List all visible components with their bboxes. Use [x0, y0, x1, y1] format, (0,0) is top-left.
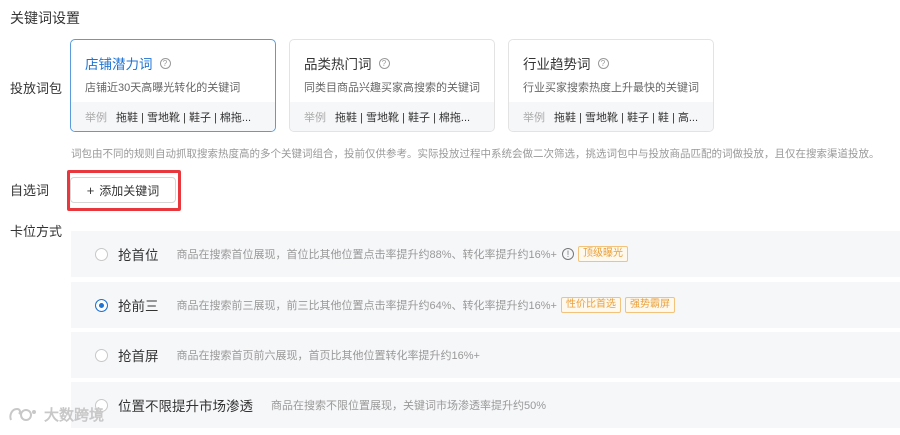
bid-option-desc: 商品在搜索前三展现，前三比其他位置点击率提升约64%、转化率提升约16%+ — [176, 300, 557, 312]
example-keywords: 拖鞋 | 雪地靴 | 鞋子 | 棉拖... — [116, 111, 252, 124]
bid-option-unlimited[interactable]: 位置不限提升市场渗透 商品在搜索不限位置展现，关键词市场渗透率提升约50% — [71, 382, 900, 428]
help-icon[interactable]: ? — [597, 57, 609, 69]
radio-button-checked[interactable] — [95, 298, 108, 312]
package-label: 投放词包 — [10, 81, 63, 96]
package-title: 品类热门词 — [304, 57, 372, 72]
help-icon[interactable]: ? — [159, 57, 171, 69]
bid-option-name: 抢前三 — [118, 299, 159, 314]
watermark: 大数跨境 — [8, 404, 104, 425]
bid-option-top1[interactable]: 抢首位 商品在搜索首位展现，首位比其他位置点击率提升约88%、转化率提升约16%… — [71, 231, 900, 277]
bid-option-top3[interactable]: 抢前三 商品在搜索前三展现，前三比其他位置点击率提升约64%、转化率提升约16%… — [71, 282, 900, 328]
radio-button[interactable] — [95, 247, 108, 261]
section-title: 关键词设置 — [10, 10, 80, 26]
watermark-logo-icon — [9, 407, 36, 421]
bid-tag: 强势霸屏 — [624, 297, 675, 313]
package-desc: 同类目商品兴趣买家高搜索的关键词 — [304, 82, 480, 94]
watermark-text: 大数跨境 — [44, 407, 105, 424]
bid-tag: 性价比首选 — [560, 297, 621, 313]
info-icon[interactable]: ! — [561, 248, 574, 260]
package-title: 行业趋势词 — [523, 57, 591, 72]
bid-option-name: 抢首位 — [118, 248, 159, 263]
example-keywords: 拖鞋 | 雪地靴 | 鞋子 | 鞋 | 高... — [554, 111, 699, 124]
custom-words-label: 自选词 — [10, 183, 50, 198]
bid-option-desc: 商品在搜索首页前六展现，首页比其他位置转化率提升约16%+ — [176, 350, 480, 362]
package-card-store-potential[interactable]: 店铺潜力词 ? 店铺近30天高曝光转化的关键词 举例 拖鞋 | 雪地靴 | 鞋子… — [70, 39, 276, 132]
package-note: 词包由不同的规则自动抓取搜索热度高的多个关键词组合，投前仅供参考。实际投放过程中… — [71, 148, 880, 160]
example-keywords: 拖鞋 | 雪地靴 | 鞋子 | 棉拖... — [335, 111, 471, 124]
highlight-box — [67, 170, 181, 211]
example-label: 举例 — [523, 111, 545, 124]
radio-button[interactable] — [95, 348, 108, 362]
package-desc: 行业买家搜索热度上升最快的关键词 — [523, 82, 699, 94]
bid-option-name: 位置不限提升市场渗透 — [118, 399, 253, 414]
example-label: 举例 — [85, 111, 107, 124]
bid-option-first-screen[interactable]: 抢首屏 商品在搜索首页前六展现，首页比其他位置转化率提升约16%+ — [71, 332, 900, 378]
example-label: 举例 — [304, 111, 326, 124]
package-desc: 店铺近30天高曝光转化的关键词 — [85, 82, 241, 94]
package-card-industry-trend[interactable]: 行业趋势词 ? 行业买家搜索热度上升最快的关键词 举例 拖鞋 | 雪地靴 | 鞋… — [508, 39, 714, 132]
package-examples: 举例 拖鞋 | 雪地靴 | 鞋子 | 鞋 | 高... — [509, 102, 713, 131]
bid-option-desc: 商品在搜索首位展现，首位比其他位置点击率提升约88%、转化率提升约16%+ — [176, 249, 557, 261]
package-card-category-hot[interactable]: 品类热门词 ? 同类目商品兴趣买家高搜索的关键词 举例 拖鞋 | 雪地靴 | 鞋… — [289, 39, 495, 132]
bid-tag: 顶级曝光 — [577, 246, 628, 262]
bid-option-name: 抢首屏 — [118, 349, 159, 364]
package-examples: 举例 拖鞋 | 雪地靴 | 鞋子 | 棉拖... — [290, 102, 494, 131]
help-icon[interactable]: ? — [378, 57, 390, 69]
bid-option-desc: 商品在搜索不限位置展现，关键词市场渗透率提升约50% — [271, 400, 547, 412]
package-title: 店铺潜力词 — [85, 57, 153, 72]
package-examples: 举例 拖鞋 | 雪地靴 | 鞋子 | 棉拖... — [71, 102, 275, 131]
bid-mode-label: 卡位方式 — [10, 224, 63, 239]
